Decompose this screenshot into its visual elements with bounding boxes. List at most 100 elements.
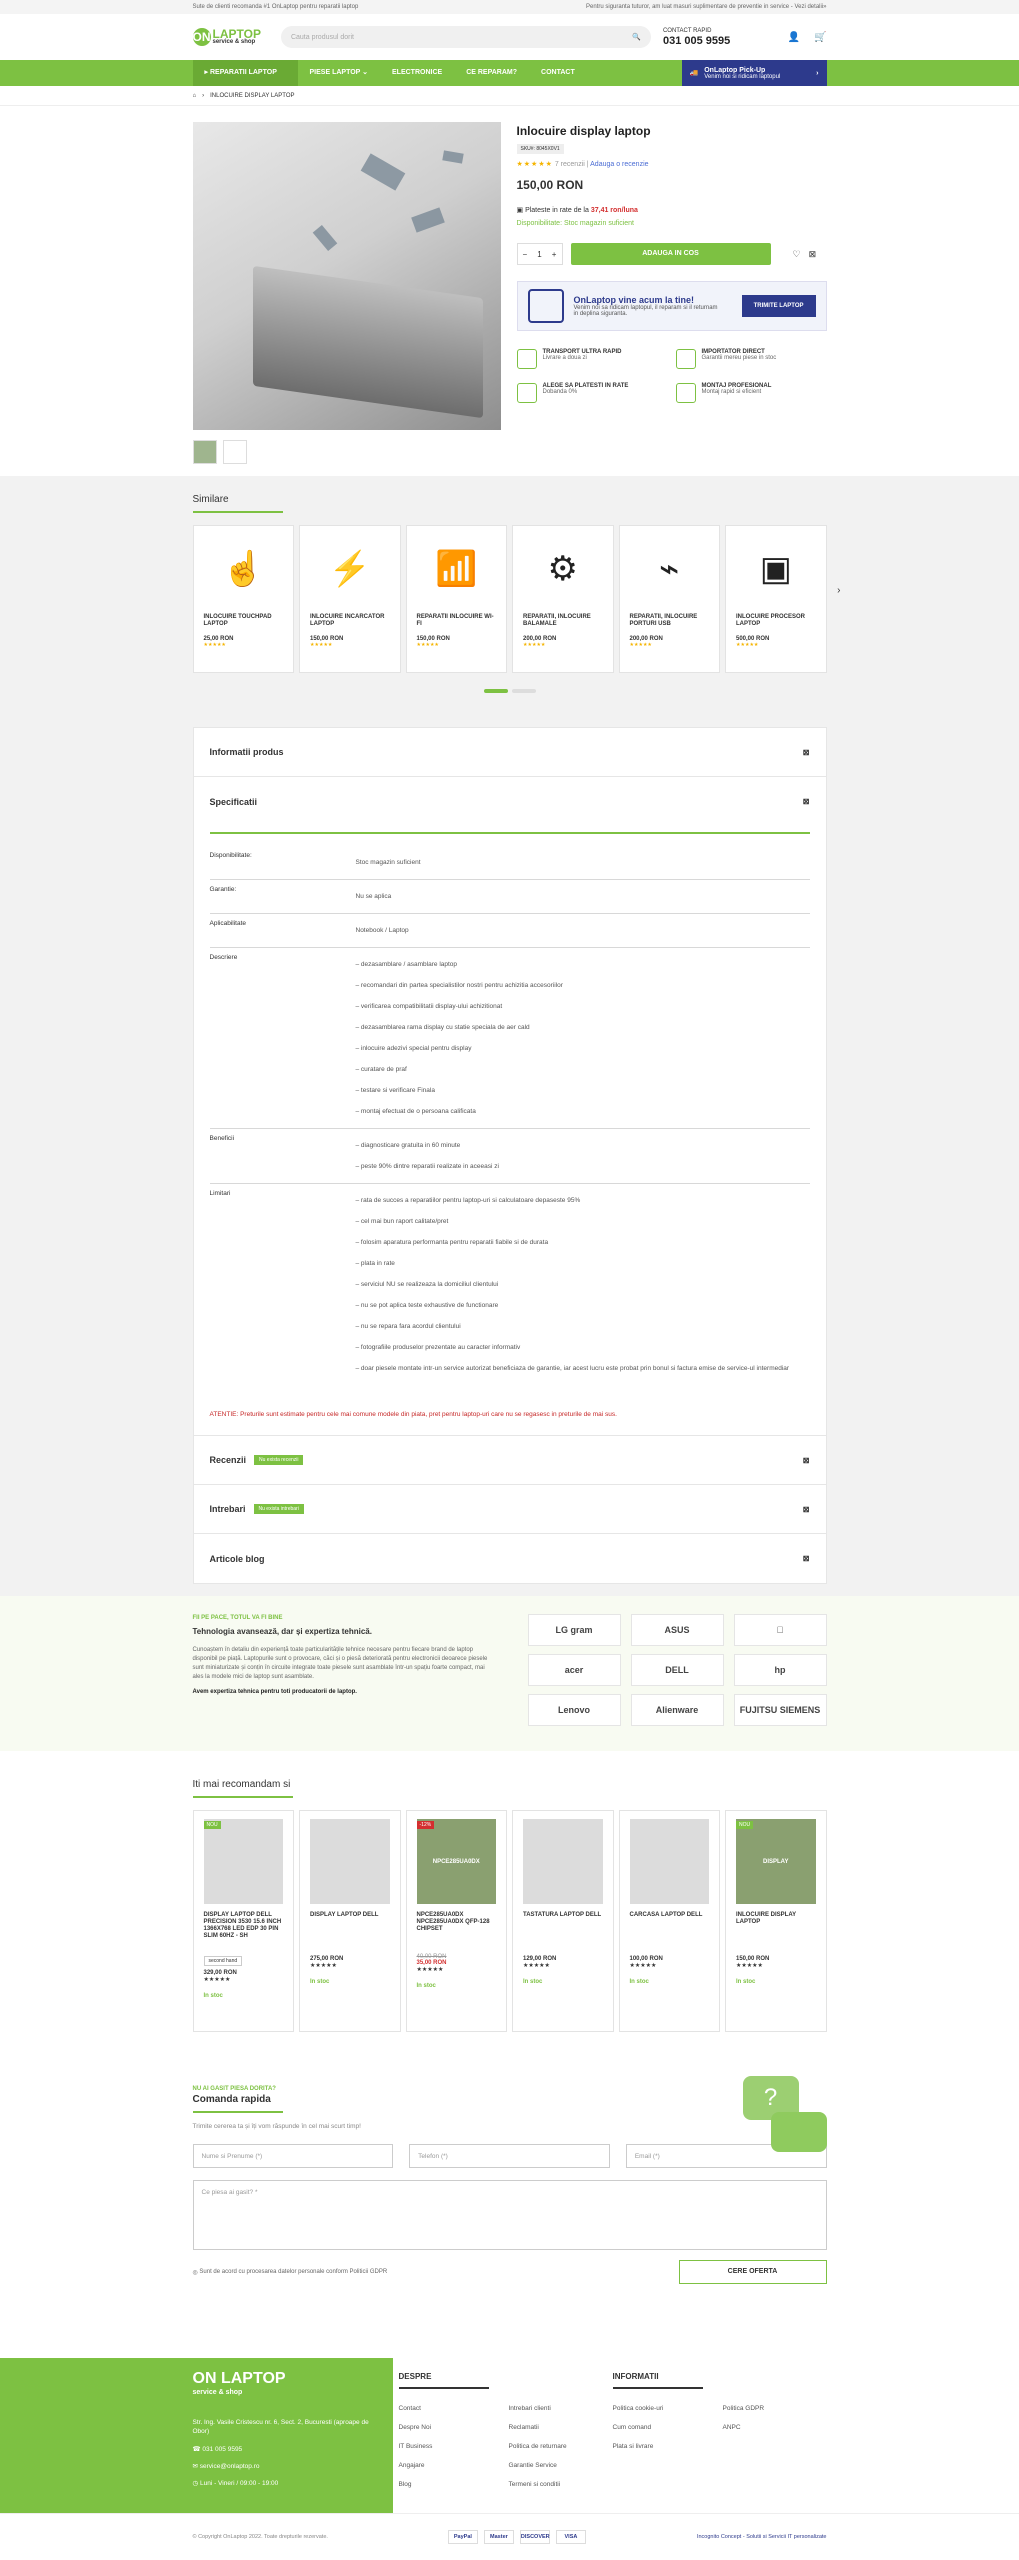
product-name[interactable]: CARCASA LAPTOP DELL xyxy=(630,1912,710,1952)
pickup-banner[interactable]: 🚚 OnLaptop Pick-Up Venim noi si ridicam la… xyxy=(681,60,827,86)
add-review-link[interactable]: Adauga o recenzie xyxy=(590,161,648,168)
spec-line: – inlocuire adezivi special pentru displ… xyxy=(355,1045,472,1052)
product-main-image[interactable] xyxy=(192,122,501,430)
toggle-icon: ⊠ xyxy=(802,1554,810,1563)
footer-link[interactable]: IT Business xyxy=(399,2443,433,2450)
rec-card[interactable]: NOU DISPLAY LAPTOP DELL PRECISION 3530 15… xyxy=(192,1810,294,2032)
cart-icon[interactable]: 🛒 xyxy=(814,32,826,43)
gdpr-checkbox[interactable]: ◎ xyxy=(193,2269,198,2276)
footer-link[interactable]: Politica GDPR xyxy=(723,2405,765,2412)
footer-link[interactable]: Plata si livrare xyxy=(613,2443,654,2450)
nav-reparatii-laptop[interactable]: ▸ REPARATII LAPTOP xyxy=(192,60,298,86)
similar-card[interactable]: ⚡ INLOCUIRE INCARCATOR LAPTOP 150,00 RON ★★… xyxy=(299,525,401,673)
footer-link[interactable]: Politica de returnare xyxy=(509,2443,567,2450)
main-nav: ▸ REPARATII LAPTOP PIESE LAPTOP ⌄ ELECTR… xyxy=(0,60,1019,86)
chevron-right-icon[interactable]: › xyxy=(837,585,840,596)
rec-card[interactable]: TASTATURA LAPTOP DELL 129,00 RON ★★★★★ In s… xyxy=(512,1810,614,2032)
heart-icon[interactable]: ♡ xyxy=(793,249,801,260)
product-name[interactable]: TASTATURA LAPTOP DELL xyxy=(523,1912,603,1952)
quantity-stepper[interactable]: −1 + xyxy=(516,243,563,265)
product-name[interactable]: REPARATII, INLOCUIRE PORTURI USB xyxy=(630,614,710,632)
product-info: Inlocuire display laptop SKU#: 8045X0V1 … xyxy=(516,122,827,476)
footer: ON LAPTOP service & shop Str. Ing. Vasile… xyxy=(0,2358,1019,2513)
rec-card[interactable]: CARCASA LAPTOP DELL 100,00 RON ★★★★★ In sto… xyxy=(618,1810,720,2032)
rec-card[interactable]: DISPLAY NOU INLOCUIRE DISPLAY LAPTOP 150,00… xyxy=(725,1810,827,2032)
product-name[interactable]: INLOCUIRE INCARCATOR LAPTOP xyxy=(310,614,390,632)
footer-link[interactable]: ANPC xyxy=(723,2424,741,2431)
spec-line: – recomandari din partea specialistilor … xyxy=(355,982,563,989)
thumbnail-1[interactable] xyxy=(192,440,217,464)
similar-card[interactable]: 📶 REPARATII INLOCUIRE WI-FI 150,00 RON ★★★★… xyxy=(405,525,507,673)
similar-card[interactable]: ☝ INLOCUIRE TOUCHPAD LAPTOP 25,00 RON ★★★★★ xyxy=(192,525,294,673)
product-name[interactable]: DISPLAY LAPTOP DELL xyxy=(310,1912,390,1952)
copyright-bar: © Copyright OnLaptop 2022. Toate dreptur… xyxy=(0,2513,1019,2559)
footer-address: Str. Ing. Vasile Cristescu nr. 6, Sect. … xyxy=(192,2419,369,2435)
footer-phone[interactable]: ☎ 031 005 9595 xyxy=(193,2445,381,2453)
tab-specificatii[interactable]: Specificatii ⊠ xyxy=(194,777,826,826)
similar-card[interactable]: ▣ INLOCUIRE PROCESOR LAPTOP 500,00 RON ★★★★… xyxy=(725,525,827,673)
product-name[interactable]: REPARATII INLOCUIRE WI-FI xyxy=(417,614,497,632)
tab-recenzii[interactable]: Recenzii Nu exista recenzii ⊠ xyxy=(193,1436,826,1485)
product-image[interactable] xyxy=(523,1819,603,1904)
footer-link[interactable]: Garantie Service xyxy=(509,2462,557,2469)
topbar-right-link[interactable]: Pentru siguranta tuturor, am luat masuri… xyxy=(586,4,826,10)
spec-line: – rata de succes a reparatiilor pentru l… xyxy=(355,1197,581,1204)
search-icon[interactable]: 🔍 xyxy=(632,33,641,41)
product-image[interactable] xyxy=(310,1819,390,1904)
footer-link[interactable]: Blog xyxy=(399,2481,412,2488)
phone-field[interactable]: Telefon (*) xyxy=(409,2144,610,2168)
thumbnail-2[interactable] xyxy=(222,440,247,464)
footer-link[interactable]: Angajare xyxy=(399,2462,425,2469)
nav-piese-laptop[interactable]: PIESE LAPTOP ⌄ xyxy=(298,60,381,86)
toggle-icon: ⊠ xyxy=(802,1455,810,1465)
footer-link[interactable]: Intrebari clienti xyxy=(509,2405,551,2412)
product-name[interactable]: INLOCUIRE DISPLAY LAPTOP xyxy=(736,1912,816,1952)
home-icon[interactable]: ⌂ xyxy=(193,93,197,99)
footer-link[interactable]: Reclamatii xyxy=(509,2424,539,2431)
product-name[interactable]: REPARATII, INLOCUIRE BALAMALE xyxy=(523,614,603,632)
footer-link[interactable]: Politica cookie-uri xyxy=(613,2405,664,2412)
truck-icon xyxy=(516,349,537,369)
product-name[interactable]: INLOCUIRE PROCESOR LAPTOP xyxy=(736,614,816,632)
tab-intrebari[interactable]: Intrebari Nu exista intrebari ⊠ xyxy=(193,1485,826,1534)
user-icon[interactable]: 👤 xyxy=(788,32,800,43)
header-phone[interactable]: 031 005 9595 xyxy=(663,35,730,47)
logo[interactable]: ON LAPTOP service & shop xyxy=(192,28,261,46)
footer-link[interactable]: Despre Noi xyxy=(399,2424,432,2431)
tab-articole-blog[interactable]: Articole blog ⊠ xyxy=(194,1534,826,1583)
product-name[interactable]: NPCE285UA0DX NPCE285UA0DX QFP-128 CHIPSE… xyxy=(417,1912,497,1952)
rec-card[interactable]: NPCE285UA0DX -12% NPCE285UA0DX NPCE285UA0D… xyxy=(405,1810,507,2032)
product-name[interactable]: DISPLAY LAPTOP DELL PRECISION 3530 15.6 … xyxy=(204,1912,284,1952)
footer-link[interactable]: Contact xyxy=(399,2405,421,2412)
product-image[interactable]: NPCE285UA0DX xyxy=(416,1819,496,1904)
compare-icon[interactable]: ⊠ xyxy=(809,249,817,260)
product-image[interactable] xyxy=(203,1819,283,1904)
rating-stars: ★★★★★ xyxy=(736,642,759,648)
similar-card[interactable]: ⌁ REPARATII, INLOCUIRE PORTURI USB 200,00 … xyxy=(618,525,720,673)
product-name[interactable]: INLOCUIRE TOUCHPAD LAPTOP xyxy=(204,614,284,632)
footer-email[interactable]: ✉ service@onlaptop.ro xyxy=(193,2462,381,2470)
add-to-cart-button[interactable]: ADAUGA IN COS xyxy=(570,243,771,265)
message-field[interactable]: Ce piesa ai gasit? * xyxy=(192,2180,827,2250)
request-offer-button[interactable]: CERE OFERTA xyxy=(678,2260,827,2284)
carousel-dots[interactable] xyxy=(193,689,827,693)
similar-card[interactable]: ⚙ REPARATII, INLOCUIRE BALAMALE 200,00 RON… xyxy=(512,525,614,673)
product-image[interactable] xyxy=(629,1819,709,1904)
tab-informatii-produs[interactable]: Informatii produs ⊠ xyxy=(193,728,826,777)
product-image[interactable]: DISPLAY xyxy=(736,1819,816,1904)
spec-line: – dezasamblare / asamblare laptop xyxy=(355,961,458,968)
nav-electronice[interactable]: ELECTRONICE xyxy=(380,60,454,86)
toggle-icon: ⊠ xyxy=(802,797,810,806)
name-field[interactable]: Nume si Prenume (*) xyxy=(192,2144,394,2168)
credit-link[interactable]: Incognito Concept - Solutii si Servicii … xyxy=(697,2534,827,2540)
rec-card[interactable]: DISPLAY LAPTOP DELL 275,00 RON ★★★★★ In sto… xyxy=(299,1810,401,2032)
spec-key: Beneficii xyxy=(209,1135,235,1142)
footer-link[interactable]: Cum comand xyxy=(613,2424,652,2431)
footer-link[interactable]: Termeni si conditii xyxy=(509,2481,561,2488)
nav-ce-reparam[interactable]: CE REPARAM? xyxy=(454,60,529,86)
brand-logo: ASUS xyxy=(630,1614,724,1646)
send-laptop-button[interactable]: TRIMITE LAPTOP xyxy=(741,295,816,317)
nav-contact[interactable]: CONTACT xyxy=(529,60,587,86)
search-input[interactable]: Cauta produsul dorit 🔍 xyxy=(280,26,651,48)
stock-status: In stoc xyxy=(736,1979,756,1985)
